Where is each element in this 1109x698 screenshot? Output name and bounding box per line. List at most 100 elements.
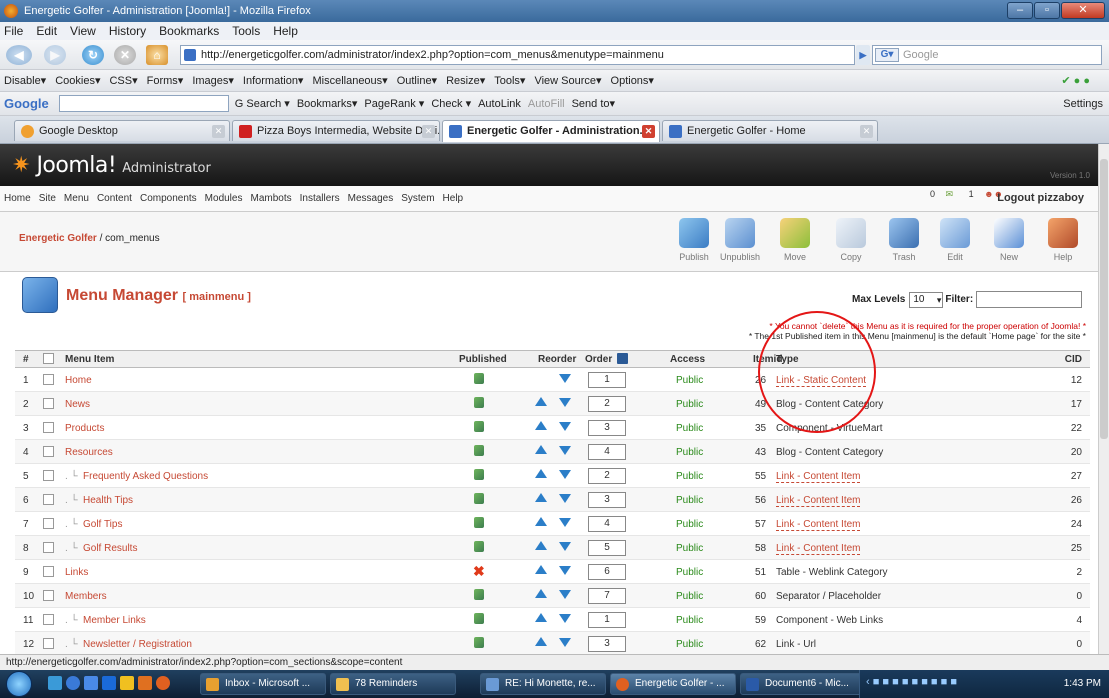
menu-item-link[interactable]: Golf Tips	[83, 519, 122, 530]
access-link[interactable]: Public	[676, 447, 703, 458]
messenger-icon[interactable]	[120, 676, 134, 690]
wd-outline[interactable]: Outline▾	[397, 74, 437, 87]
logout-link[interactable]: Logout pizzaboy	[997, 192, 1084, 204]
move-up-icon[interactable]	[535, 589, 547, 598]
menu-edit[interactable]: Edit	[36, 24, 57, 38]
ie-icon[interactable]	[66, 676, 80, 690]
wd-tools[interactable]: Tools▾	[494, 74, 525, 87]
max-levels-select[interactable]: 10	[909, 291, 944, 308]
published-icon[interactable]	[474, 397, 484, 408]
menu-item-link[interactable]: News	[65, 399, 90, 410]
move-up-icon[interactable]	[535, 517, 547, 526]
access-link[interactable]: Public	[676, 567, 703, 578]
menu-tools[interactable]: Tools	[232, 24, 260, 38]
order-input[interactable]: 3	[588, 420, 626, 436]
access-link[interactable]: Public	[676, 495, 703, 506]
access-link[interactable]: Public	[676, 375, 703, 386]
google-settings[interactable]: Settings	[1063, 98, 1103, 110]
minimize-button[interactable]: –	[1007, 2, 1033, 19]
move-up-icon[interactable]	[535, 469, 547, 478]
menu-item-link[interactable]: Frequently Asked Questions	[83, 471, 208, 482]
access-link[interactable]: Public	[676, 543, 703, 554]
published-icon[interactable]	[474, 637, 484, 648]
menu-help[interactable]: Help	[273, 24, 298, 38]
order-input[interactable]: 1	[588, 372, 626, 388]
media-icon[interactable]	[102, 676, 116, 690]
row-checkbox[interactable]	[43, 374, 54, 385]
vertical-scrollbar[interactable]	[1098, 144, 1109, 654]
item-type[interactable]: Link - Content Item	[776, 543, 861, 555]
google-search-input[interactable]	[58, 95, 229, 112]
access-link[interactable]: Public	[676, 471, 703, 482]
unpublish-button[interactable]: Unpublish	[718, 216, 762, 268]
search-input[interactable]: G▾ Google	[872, 45, 1102, 65]
row-checkbox[interactable]	[43, 566, 54, 577]
save-order-icon[interactable]	[617, 353, 628, 364]
move-down-icon[interactable]	[559, 422, 571, 431]
wd-cookies[interactable]: Cookies▾	[55, 74, 100, 87]
row-checkbox[interactable]	[43, 518, 54, 529]
move-up-icon[interactable]	[535, 493, 547, 502]
published-icon[interactable]	[474, 613, 484, 624]
task-reminders[interactable]: 78 Reminders	[330, 673, 456, 695]
task-energetic-golfer[interactable]: Energetic Golfer - ...	[610, 673, 736, 695]
published-icon[interactable]	[474, 421, 484, 432]
menu-file[interactable]: File	[4, 24, 23, 38]
menu-item-link[interactable]: Resources	[65, 447, 113, 458]
wd-information[interactable]: Information▾	[243, 74, 304, 87]
close-tab-icon[interactable]: ✕	[422, 125, 435, 138]
tab-energetic-home[interactable]: Energetic Golfer - Home ✕	[662, 120, 878, 141]
google-bookmarks[interactable]: Bookmarks▾	[297, 97, 358, 110]
new-button[interactable]: New	[987, 216, 1031, 268]
tray-icons[interactable]: ‹ ■ ■ ■ ■ ■ ■ ■ ■ ■	[866, 676, 957, 688]
move-down-icon[interactable]	[559, 518, 571, 527]
menu-history[interactable]: History	[109, 24, 146, 38]
show-desktop-icon[interactable]	[48, 676, 62, 690]
order-input[interactable]: 6	[588, 564, 626, 580]
order-input[interactable]: 5	[588, 540, 626, 556]
move-down-icon[interactable]	[559, 614, 571, 623]
move-up-icon[interactable]	[535, 445, 547, 454]
row-checkbox[interactable]	[43, 470, 54, 481]
move-down-icon[interactable]	[559, 470, 571, 479]
move-up-icon[interactable]	[535, 565, 547, 574]
admin-menu-mambots[interactable]: Mambots	[250, 193, 291, 204]
admin-menu-menu[interactable]: Menu	[64, 193, 89, 204]
menu-item-link[interactable]: Golf Results	[83, 543, 137, 554]
google-autofill[interactable]: AutoFill	[528, 98, 565, 110]
wd-css[interactable]: CSS▾	[109, 74, 137, 87]
move-up-icon[interactable]	[535, 397, 547, 406]
trash-button[interactable]: Trash	[882, 216, 926, 268]
stop-button[interactable]: ✕	[114, 45, 136, 65]
move-up-icon[interactable]	[535, 637, 547, 646]
order-input[interactable]: 4	[588, 516, 626, 532]
start-button[interactable]	[6, 671, 32, 697]
order-input[interactable]: 1	[588, 612, 626, 628]
google-search-button[interactable]: G Search ▾	[235, 97, 290, 110]
row-checkbox[interactable]	[43, 422, 54, 433]
firefox-quick-icon[interactable]	[156, 676, 170, 690]
order-input[interactable]: 3	[588, 636, 626, 652]
menu-item-link[interactable]: Products	[65, 423, 104, 434]
menu-view[interactable]: View	[70, 24, 96, 38]
wd-miscellaneous[interactable]: Miscellaneous▾	[312, 74, 387, 87]
google-sendto[interactable]: Send to▾	[572, 97, 615, 110]
access-link[interactable]: Public	[676, 591, 703, 602]
reload-button[interactable]: ↻	[82, 45, 104, 65]
menu-bookmarks[interactable]: Bookmarks	[159, 24, 219, 38]
row-checkbox[interactable]	[43, 494, 54, 505]
admin-menu-help[interactable]: Help	[443, 193, 464, 204]
move-down-icon[interactable]	[559, 398, 571, 407]
url-bar[interactable]: http://energeticgolfer.com/administrator…	[180, 45, 855, 65]
row-checkbox[interactable]	[43, 542, 54, 553]
filter-input[interactable]	[976, 291, 1083, 308]
move-up-icon[interactable]	[535, 541, 547, 550]
go-icon[interactable]: ▶	[856, 45, 870, 65]
tab-google-desktop[interactable]: Google Desktop ✕	[14, 120, 230, 141]
move-down-icon[interactable]	[559, 590, 571, 599]
check-icon[interactable]: ✔ ● ●	[1061, 74, 1090, 87]
row-checkbox[interactable]	[43, 446, 54, 457]
menu-item-link[interactable]: Health Tips	[83, 495, 133, 506]
maximize-button[interactable]: ▫	[1034, 2, 1060, 19]
order-input[interactable]: 7	[588, 588, 626, 604]
